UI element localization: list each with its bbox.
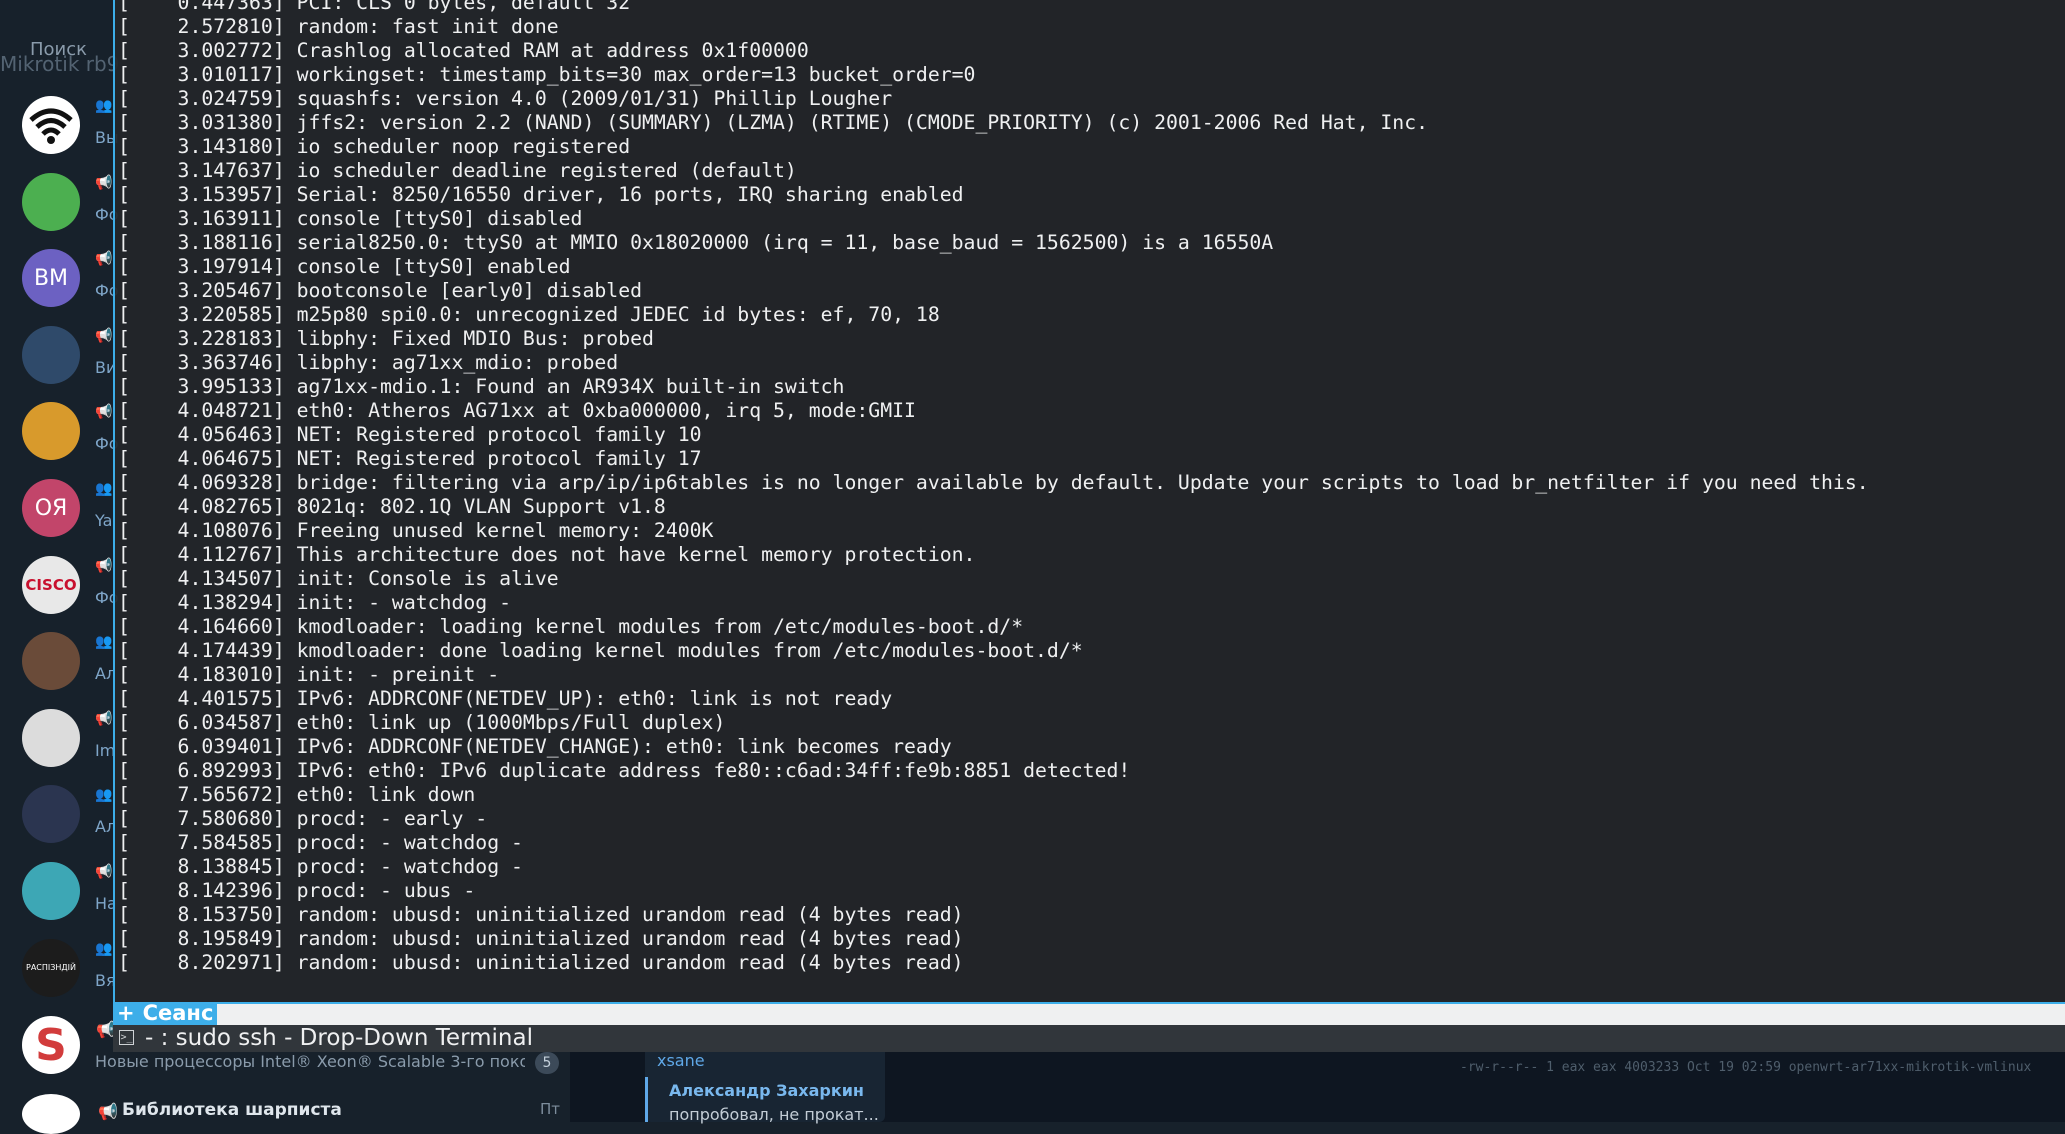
quote-text: попробовал, не прокат... bbox=[669, 1105, 879, 1124]
terminal-icon: >_ bbox=[119, 1030, 134, 1045]
chat-list-item[interactable]: 📢 Библиотека шарписта Пт bbox=[0, 1092, 570, 1134]
megaphone-icon: 📢 bbox=[98, 1102, 118, 1121]
terminal-line: [ 4.069328] bridge: filtering via arp/ip… bbox=[118, 471, 1869, 494]
terminal-line: [ 3.143180] io scheduler noop registered bbox=[118, 135, 631, 158]
terminal-line: [ 4.183010] init: - preinit - bbox=[118, 663, 500, 686]
terminal-line: [ 8.142396] procd: - ubus - bbox=[118, 879, 476, 902]
terminal-line: [ 3.147637] io scheduler deadline regist… bbox=[118, 159, 797, 182]
terminal-line: [ 8.195849] random: ubusd: uninitialized… bbox=[118, 927, 964, 950]
wifi-icon bbox=[22, 96, 80, 154]
group-icon: 👥 bbox=[95, 787, 113, 804]
megaphone-icon: 📢 bbox=[95, 174, 113, 191]
avatar bbox=[22, 632, 80, 691]
megaphone-icon: 📢 bbox=[95, 327, 113, 344]
terminal-line: [ 3.197914] console [ttyS0] enabled bbox=[118, 255, 571, 278]
message-reply-preview[interactable]: xsane Александр Захаркин попробовал, не … bbox=[645, 1045, 885, 1124]
terminal-line: [ 4.064675] NET: Registered protocol fam… bbox=[118, 447, 702, 470]
terminal-line: [ 3.002772] Crashlog allocated RAM at ad… bbox=[118, 39, 809, 62]
avatar bbox=[22, 862, 80, 920]
group-icon: 👥 bbox=[95, 98, 113, 114]
terminal-line: [ 6.034587] eth0: link up (1000Mbps/Full… bbox=[118, 711, 726, 734]
quote-bar bbox=[645, 1077, 648, 1122]
message-author: xsane bbox=[657, 1051, 705, 1070]
terminal-line: [ 2.572810] random: fast init done bbox=[118, 15, 559, 38]
terminal-line: [ 6.039401] IPv6: ADDRCONF(NETDEV_CHANGE… bbox=[118, 735, 952, 758]
terminal-line: [ 8.138845] procd: - watchdog - bbox=[118, 855, 523, 878]
terminal-output[interactable]: [ 0.447363] PCI: CLS 0 bytes, default 32… bbox=[118, 0, 1869, 975]
megaphone-icon: 📢 bbox=[95, 710, 113, 727]
avatar: ВМ bbox=[22, 249, 80, 308]
terminal-tab-bar: + Сеанс bbox=[113, 1002, 2065, 1025]
dim-file-listing: -rw-r--r-- 1 eax eax 4003233 Oct 19 02:5… bbox=[1460, 1060, 2032, 1075]
terminal-line: [ 7.565672] eth0: link down bbox=[118, 783, 476, 806]
avatar: ОЯ bbox=[22, 479, 80, 537]
avatar bbox=[22, 172, 80, 231]
terminal-line: [ 3.220585] m25p80 spi0.0: unrecognized … bbox=[118, 303, 940, 326]
terminal-line: [ 3.024759] squashfs: version 4.0 (2009/… bbox=[118, 87, 893, 110]
terminal-line: [ 4.048721] eth0: Atheros AG71xx at 0xba… bbox=[118, 399, 916, 422]
avatar: S bbox=[22, 1016, 80, 1074]
avatar bbox=[22, 785, 80, 844]
avatar: РАСПІЗНДІЙ bbox=[22, 938, 80, 997]
terminal-line: [ 4.138294] init: - watchdog - bbox=[118, 591, 512, 614]
terminal-line: [ 3.995133] ag71xx-mdio.1: Found an AR93… bbox=[118, 375, 845, 398]
terminal-line: [ 7.580680] procd: - early - bbox=[118, 807, 488, 830]
avatar: CISCO bbox=[22, 555, 80, 614]
megaphone-icon: 📢 bbox=[95, 251, 113, 268]
group-icon: 👥 bbox=[95, 634, 113, 651]
avatar bbox=[22, 402, 80, 461]
terminal-line: [ 4.112767] This architecture does not h… bbox=[118, 543, 976, 566]
terminal-line: [ 7.584585] procd: - watchdog - bbox=[118, 831, 523, 854]
terminal-line: [ 0.447363] PCI: CLS 0 bytes, default 32 bbox=[118, 0, 631, 14]
megaphone-icon: 📢 bbox=[95, 864, 113, 880]
terminal-line: [ 4.134507] init: Console is alive bbox=[118, 567, 559, 590]
avatar bbox=[22, 325, 80, 384]
unread-badge: 5 bbox=[535, 1052, 559, 1074]
terminal-line: [ 3.363746] libphy: ag71xx_mdio: probed bbox=[118, 351, 619, 374]
terminal-line: [ 4.056463] NET: Registered protocol fam… bbox=[118, 423, 702, 446]
chat-snippet: Ya bbox=[95, 511, 113, 530]
terminal-line: [ 4.164660] kmodloader: loading kernel m… bbox=[118, 615, 1024, 638]
terminal-line: [ 3.031380] jffs2: version 2.2 (NAND) (S… bbox=[118, 111, 1429, 134]
new-session-tab[interactable]: + Сеанс bbox=[113, 1001, 218, 1025]
terminal-line: [ 3.205467] bootconsole [early0] disable… bbox=[118, 279, 643, 302]
window-title: - : sudo ssh - Drop-Down Terminal bbox=[145, 1025, 533, 1051]
new-session-label: Сеанс bbox=[142, 1001, 214, 1025]
megaphone-icon: 📢 bbox=[95, 557, 113, 574]
chat-day: Пт bbox=[540, 1100, 561, 1118]
group-icon: 👥 bbox=[95, 481, 113, 497]
chat-snippet: Новые процессоры Intel® Xeon® Scalable 3… bbox=[95, 1052, 525, 1071]
group-icon: 👥 bbox=[95, 940, 113, 957]
chat-title-partial: Mikrotik rb9 bbox=[0, 52, 120, 76]
quote-author: Александр Захаркин bbox=[669, 1081, 864, 1100]
terminal-line: [ 3.163911] console [ttyS0] disabled bbox=[118, 207, 583, 230]
drop-down-terminal[interactable]: [ 0.447363] PCI: CLS 0 bytes, default 32… bbox=[113, 0, 2065, 1002]
terminal-line: [ 4.401575] IPv6: ADDRCONF(NETDEV_UP): e… bbox=[118, 687, 893, 710]
terminal-line: [ 3.228183] libphy: Fixed MDIO Bus: prob… bbox=[118, 327, 654, 350]
megaphone-icon: 📢 bbox=[95, 404, 113, 421]
terminal-line: [ 8.153750] random: ubusd: uninitialized… bbox=[118, 903, 964, 926]
terminal-title-bar: >_ - : sudo ssh - Drop-Down Terminal bbox=[113, 1025, 2065, 1052]
terminal-line: [ 6.892993] IPv6: eth0: IPv6 duplicate a… bbox=[118, 759, 1131, 782]
plus-icon: + bbox=[117, 1001, 135, 1025]
chat-name: Библиотека шарписта bbox=[122, 1100, 342, 1120]
terminal-line: [ 4.108076] Freeing unused kernel memory… bbox=[118, 519, 714, 542]
avatar bbox=[22, 1094, 80, 1134]
terminal-line: [ 4.082765] 8021q: 802.1Q VLAN Support v… bbox=[118, 495, 666, 518]
terminal-line: [ 8.202971] random: ubusd: uninitialized… bbox=[118, 951, 964, 974]
terminal-line: [ 4.174439] kmodloader: done loading ker… bbox=[118, 639, 1083, 662]
terminal-line: [ 3.153957] Serial: 8250/16550 driver, 1… bbox=[118, 183, 964, 206]
terminal-line: [ 3.188116] serial8250.0: ttyS0 at MMIO … bbox=[118, 231, 1274, 254]
terminal-line: [ 3.010117] workingset: timestamp_bits=3… bbox=[118, 63, 976, 86]
avatar bbox=[22, 708, 80, 767]
